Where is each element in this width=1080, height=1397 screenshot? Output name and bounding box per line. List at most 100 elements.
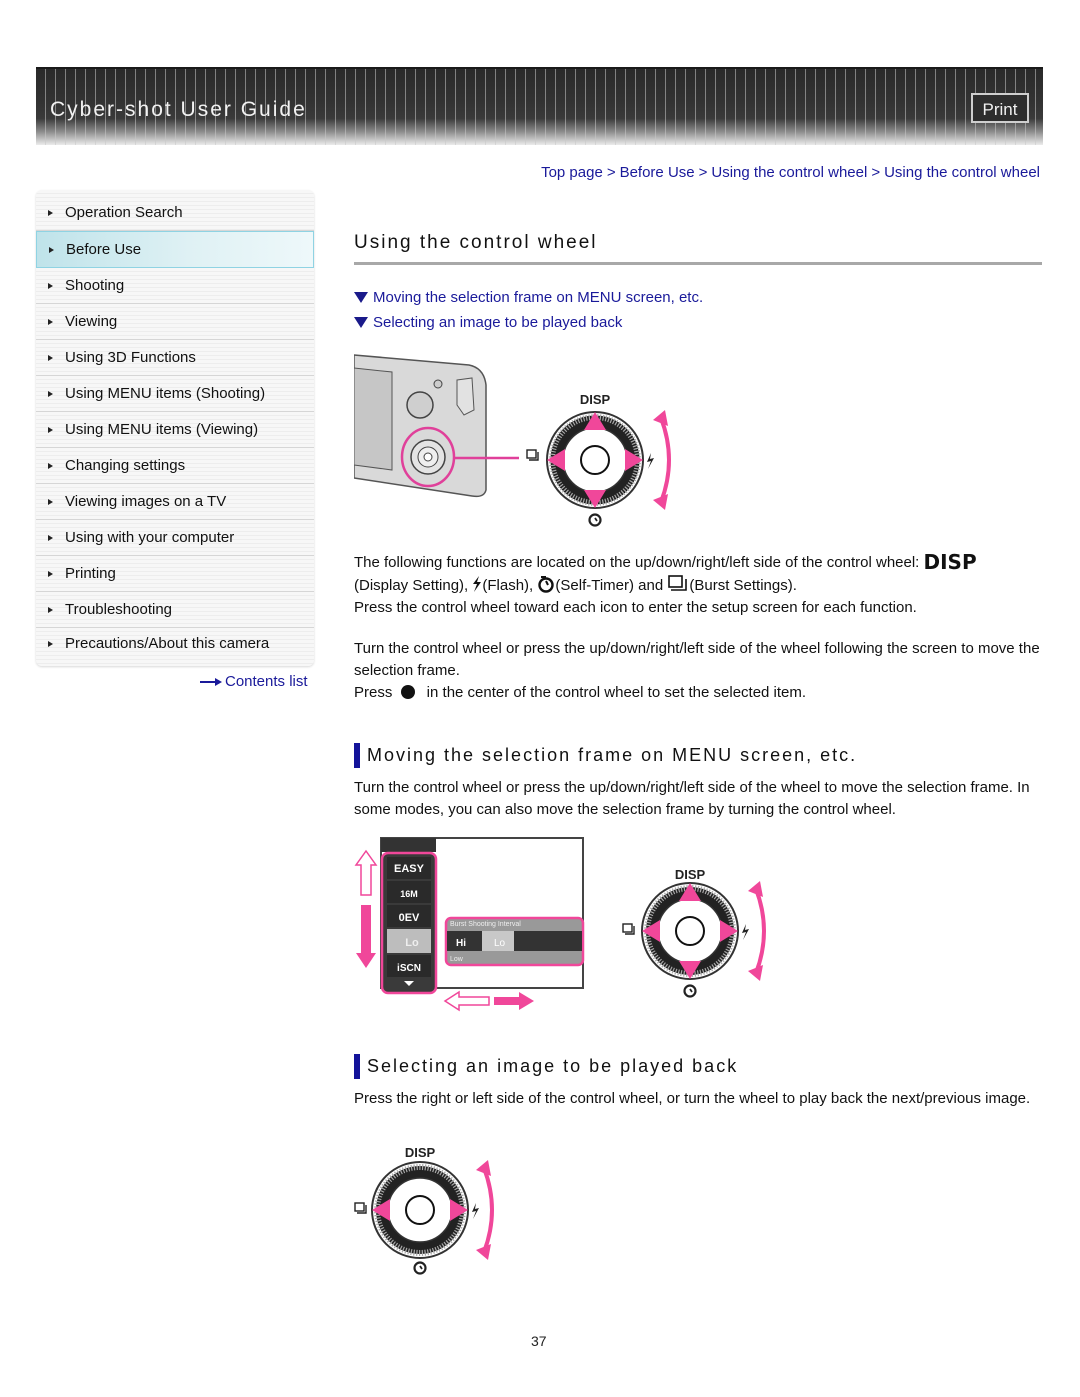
caret-right-icon <box>48 426 53 433</box>
sidebar-item-label: Troubleshooting <box>65 601 173 618</box>
camera-control-wheel-figure: DISP <box>354 354 671 527</box>
breadcrumb-separator: > <box>698 164 708 181</box>
caret-right-icon <box>48 641 53 647</box>
sidebar-item-operation-search[interactable]: Operation Search <box>36 190 314 231</box>
sidebar-item-label: Precautions/About this camera <box>65 635 270 652</box>
burst-option-lo: Lo <box>494 938 506 949</box>
disp-label: DISP <box>580 392 611 407</box>
sidebar-item-precautions[interactable]: Precautions/About this camera <box>36 628 314 666</box>
breadcrumb-separator: > <box>606 164 616 181</box>
sidebar-item-3d-functions[interactable]: Using 3D Functions <box>36 340 314 376</box>
sidebar-item-shooting[interactable]: Shooting <box>36 268 314 304</box>
menu-item-burst: Lo <box>405 937 419 949</box>
caret-right-icon <box>49 246 54 253</box>
sidebar-item-viewing[interactable]: Viewing <box>36 304 314 340</box>
up-outline-arrow-icon <box>354 849 378 896</box>
sidebar-item-tv[interactable]: Viewing images on a TV <box>36 484 314 520</box>
menu-screen-figure: EASY 16M 0EV Lo iSCN Burst Shooting Inte… <box>354 837 766 1012</box>
sidebar-item-changing-settings[interactable]: Changing settings <box>36 448 314 484</box>
print-button[interactable]: Print <box>971 93 1029 123</box>
burst-icon <box>526 449 539 461</box>
sidebar-item-before-use[interactable]: Before Use <box>36 231 314 268</box>
sidebar-item-label: Using MENU items (Viewing) <box>65 421 259 438</box>
sidebar-item-label: Before Use <box>66 241 142 258</box>
intro-text: Press the control wheel toward each icon… <box>354 599 917 616</box>
menu-item-size: 16M <box>400 889 418 899</box>
menu-item-scn: iSCN <box>397 963 421 974</box>
caret-right-icon <box>48 318 53 325</box>
triangle-down-icon <box>354 317 368 328</box>
center-button-icon <box>400 685 415 699</box>
breadcrumb-top-page[interactable]: Top page <box>541 164 603 181</box>
self-timer-icon <box>413 1261 427 1275</box>
self-timer-icon <box>683 984 697 998</box>
sidebar-item-menu-viewing[interactable]: Using MENU items (Viewing) <box>36 412 314 448</box>
menu-item-ev: 0EV <box>399 912 420 924</box>
burst-icon <box>354 1202 367 1214</box>
heading-bar <box>354 743 360 768</box>
caret-right-icon <box>48 282 53 289</box>
intro-text: (Display Setting), <box>354 577 473 594</box>
breadcrumb: Top page > Before Use > Using the control wh… <box>541 164 1040 181</box>
intro-text: (Self-Timer) and <box>555 577 668 594</box>
breadcrumb-before-use[interactable]: Before Use <box>620 164 695 181</box>
intro-text: (Flash), <box>482 577 538 594</box>
section-heading-menu-screen: Moving the selection frame on MENU scree… <box>354 743 858 768</box>
jump-link-menu-screen[interactable]: Moving the selection frame on MENU scree… <box>354 289 703 306</box>
breadcrumb-separator: > <box>871 164 881 181</box>
burst-selected-value: Low <box>450 956 464 963</box>
sidebar-item-menu-shooting[interactable]: Using MENU items (Shooting) <box>36 376 314 412</box>
sidebar-item-label: Using with your computer <box>65 529 235 546</box>
sidebar-item-label: Viewing <box>65 313 118 330</box>
flash-icon <box>647 453 654 469</box>
press-center-paragraph: Press in the center of the control wheel… <box>354 682 1042 704</box>
sidebar-item-troubleshooting[interactable]: Troubleshooting <box>36 592 314 628</box>
sidebar-item-label: Shooting <box>65 277 125 294</box>
contents-list-link[interactable]: Contents list <box>200 673 308 690</box>
burst-option-hi: Hi <box>456 938 466 949</box>
right-arrow-icon <box>494 992 534 1010</box>
sidebar-item-printing[interactable]: Printing <box>36 556 314 592</box>
intro-text: The following functions are located on t… <box>354 554 924 571</box>
sidebar-item-label: Operation Search <box>65 204 183 221</box>
caret-right-icon <box>48 354 53 361</box>
breadcrumb-current[interactable]: Using the control wheel <box>884 164 1040 181</box>
arrow-right-icon <box>200 678 222 687</box>
sidebar-item-computer[interactable]: Using with your computer <box>36 520 314 556</box>
section-body-playback: Press the right or left side of the cont… <box>354 1090 1031 1107</box>
down-arrow-icon <box>356 905 376 968</box>
menu-item-easy: EASY <box>394 863 425 875</box>
sidebar-item-label: Using 3D Functions <box>65 349 196 366</box>
caret-right-icon <box>48 606 53 613</box>
flash-icon <box>473 576 482 592</box>
breadcrumb-control-wheel[interactable]: Using the control wheel <box>711 164 867 181</box>
page-number: 37 <box>531 1333 547 1349</box>
control-wheel-diagram: DISP <box>526 392 671 527</box>
section-heading-text: Moving the selection frame on MENU scree… <box>367 745 858 765</box>
press-text: in the center of the control wheel to se… <box>422 684 807 701</box>
jump-link-label: Moving the selection frame on MENU scree… <box>373 289 704 306</box>
intro-text: (Burst Settings). <box>689 577 797 594</box>
caret-right-icon <box>48 462 53 469</box>
flash-icon <box>742 924 749 940</box>
sidebar-item-label: Printing <box>65 565 116 582</box>
control-wheel-diagram: DISP <box>354 1145 494 1275</box>
app-title: Cyber-shot User Guide <box>50 98 307 121</box>
burst-icon <box>668 575 688 591</box>
sidebar-item-label: Using MENU items (Shooting) <box>65 385 266 402</box>
sidebar-item-label: Viewing images on a TV <box>65 493 227 510</box>
page-title: Using the control wheel <box>354 232 598 253</box>
sidebar-item-label: Changing settings <box>65 457 186 474</box>
sidebar-nav: Operation Search Before Use Shooting Vie… <box>36 190 314 666</box>
disp-label: DISP <box>405 1145 436 1160</box>
jump-link-label: Selecting an image to be played back <box>373 314 623 331</box>
jump-link-playback[interactable]: Selecting an image to be played back <box>354 314 622 331</box>
caret-right-icon <box>48 498 53 505</box>
playback-wheel-figure: DISP <box>354 1145 494 1275</box>
self-timer-icon <box>588 513 602 527</box>
caret-right-icon <box>48 570 53 577</box>
press-text: Press <box>354 684 397 701</box>
triangle-down-icon <box>354 292 368 303</box>
header-banner: Cyber-shot User Guide Print <box>36 67 1043 145</box>
intro-paragraph: The following functions are located on t… <box>354 551 1042 619</box>
